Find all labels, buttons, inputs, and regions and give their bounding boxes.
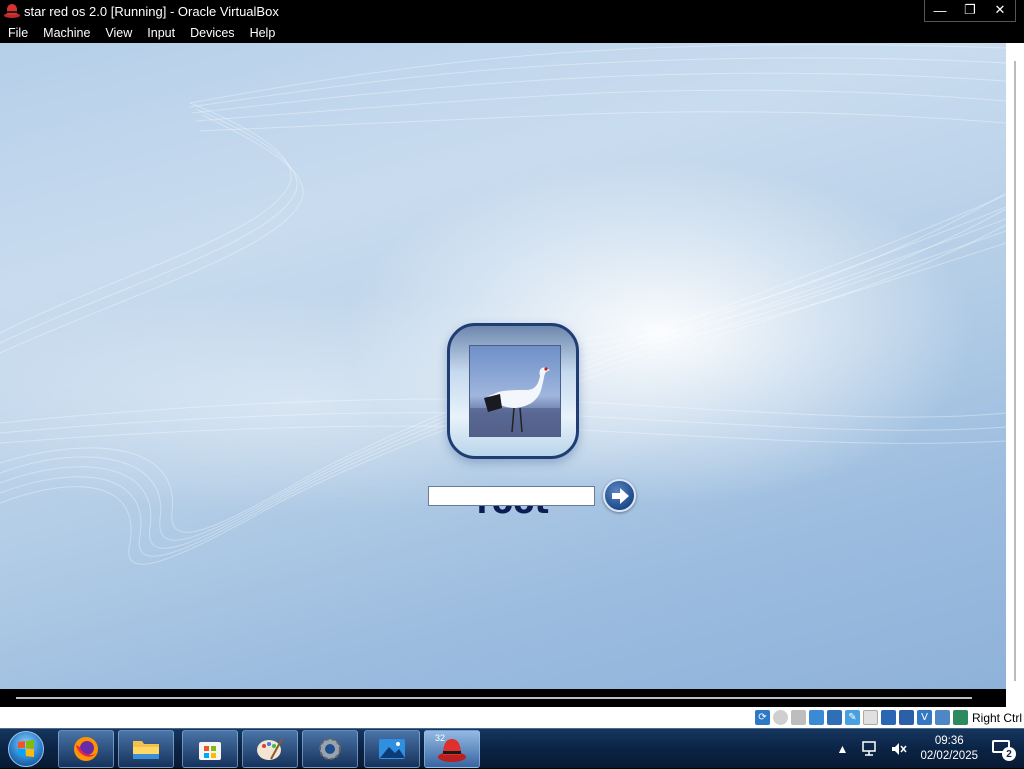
scrollbar-thumb[interactable] (1014, 61, 1016, 681)
taskbar-badge: 32 (435, 733, 446, 743)
notification-count: 2 (1002, 747, 1016, 761)
menu-bar: File Machine View Input Devices Help (0, 22, 1024, 43)
close-button[interactable]: ✕ (985, 0, 1015, 20)
taskbar-photos[interactable] (364, 730, 420, 768)
shared-folders-icon[interactable] (862, 710, 878, 725)
window-title: star red os 2.0 [Running] - Oracle Virtu… (24, 3, 279, 19)
vm-bottom-strip (0, 689, 1006, 707)
clock-date: 02/02/2025 (920, 750, 978, 762)
minimize-button[interactable]: — (925, 0, 955, 20)
menu-machine[interactable]: Machine (43, 26, 90, 40)
taskbar-store[interactable] (182, 730, 238, 768)
vm-display[interactable]: root (0, 43, 1006, 689)
crane-photo (470, 367, 560, 436)
keyboard-icon[interactable] (952, 710, 968, 725)
arrow-right-icon (611, 487, 629, 504)
gear-icon (319, 738, 341, 760)
restore-button[interactable]: ❐ (955, 0, 985, 20)
avatar (469, 345, 561, 437)
menu-devices[interactable]: Devices (190, 26, 234, 40)
network-tray-icon[interactable] (860, 741, 878, 757)
show-hidden-icons-icon[interactable]: ▲ (837, 742, 849, 756)
windows-taskbar: 32 ▲ 09:36 02/02/2025 2 (0, 728, 1024, 768)
taskbar-file-explorer[interactable] (118, 730, 174, 768)
window-controls: — ❐ ✕ (924, 0, 1016, 22)
palette-icon (257, 738, 283, 760)
menu-view[interactable]: View (105, 26, 132, 40)
network-icon[interactable] (826, 710, 842, 725)
system-tray: ▲ 09:36 02/02/2025 2 (837, 729, 1024, 769)
vbox-statusbar: ⟳ ✎ V Right Ctrl (0, 707, 1024, 728)
vm-vertical-scrollbar[interactable] (1006, 43, 1024, 689)
taskbar-clock[interactable]: 09:36 02/02/2025 (920, 734, 978, 764)
photos-icon (379, 739, 405, 759)
host-key-label: Right Ctrl (971, 710, 1022, 725)
start-button[interactable] (8, 731, 44, 767)
mouse-integration-icon[interactable] (934, 710, 950, 725)
audio-icon[interactable] (808, 710, 824, 725)
login-submit-button[interactable] (603, 479, 636, 512)
red-hat-icon (4, 3, 20, 19)
window-titlebar: star red os 2.0 [Running] - Oracle Virtu… (0, 0, 1024, 22)
clock-time: 09:36 (934, 735, 964, 747)
password-input[interactable] (428, 486, 595, 506)
video-capture-icon[interactable] (898, 710, 914, 725)
horizontal-scrollbar[interactable] (16, 697, 972, 699)
optical-drive-icon[interactable] (772, 710, 788, 725)
floppy-icon[interactable] (790, 710, 806, 725)
usb-icon[interactable]: ✎ (844, 710, 860, 725)
store-icon (199, 742, 221, 760)
volume-muted-icon[interactable] (890, 741, 908, 757)
user-avatar-frame[interactable] (447, 323, 579, 459)
cpu-icon[interactable]: V (916, 710, 932, 725)
folder-icon (133, 741, 159, 759)
action-center-button[interactable]: 2 (992, 738, 1016, 761)
windows-logo-icon (18, 740, 34, 757)
taskbar-virtualbox-vm[interactable]: 32 (424, 730, 480, 768)
firefox-icon (74, 737, 98, 761)
taskbar-firefox[interactable] (58, 730, 114, 768)
taskbar-settings[interactable] (302, 730, 358, 768)
display-icon[interactable] (880, 710, 896, 725)
menu-file[interactable]: File (8, 26, 28, 40)
scroll-corner (1006, 689, 1024, 707)
menu-help[interactable]: Help (250, 26, 276, 40)
menu-input[interactable]: Input (147, 26, 175, 40)
taskbar-paint[interactable] (242, 730, 298, 768)
disk-icon[interactable]: ⟳ (754, 710, 770, 725)
